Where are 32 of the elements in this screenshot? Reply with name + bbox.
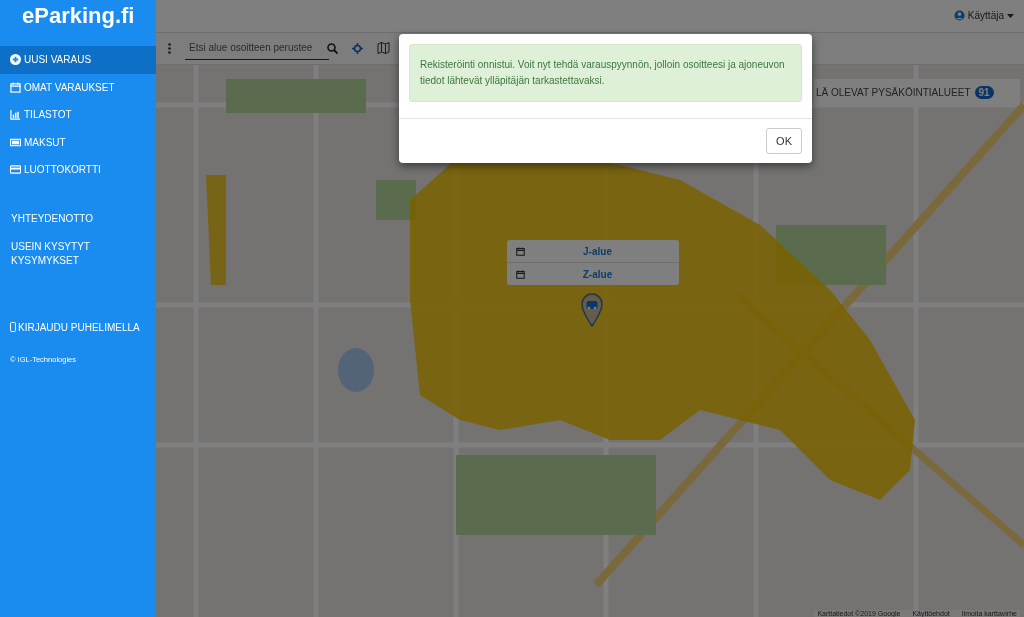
money-icon: [10, 136, 21, 148]
sidebar-link[interactable]: YHTEYDENOTTO: [11, 211, 111, 226]
card-icon: [10, 164, 21, 176]
sidebar-item[interactable]: MAKSUT: [0, 128, 156, 156]
panel-title: LÄ OLEVAT PYSÄKÖINTIALUEET: [816, 86, 971, 98]
area-link[interactable]: Z-alue: [525, 268, 670, 280]
calendar-icon: [516, 246, 525, 256]
sidebar-item[interactable]: LUOTTOKORTTI: [0, 156, 156, 184]
success-message: Rekisteröinti onnistui. Voit nyt tehdä varauspyynnön, jolloin osoitteesi ja ajoneuvon tiedot lähtevät ylläpitäjän tarkastettavaksi.: [409, 44, 802, 102]
chart-icon: [10, 109, 21, 121]
sidebar-item[interactable]: UUSI VARAUS: [0, 46, 156, 74]
more-icon[interactable]: [168, 43, 171, 54]
search-field[interactable]: Etsi alue osoitteen perustee: [185, 37, 329, 60]
locate-icon[interactable]: [352, 43, 363, 54]
area-link[interactable]: J-alue: [525, 245, 670, 257]
user-menu[interactable]: Käyttäja: [953, 10, 1014, 22]
sidebar-item[interactable]: OMAT VARAUKSET: [0, 73, 156, 101]
calendar-icon: [10, 81, 21, 93]
user-icon: [953, 10, 965, 22]
areas-panel[interactable]: LÄ OLEVAT PYSÄKÖINTIALUEET 91: [814, 79, 1020, 105]
plus-icon: [10, 54, 21, 66]
phone-icon: [10, 322, 16, 332]
site-logo[interactable]: eParking.fi: [0, 0, 156, 44]
sidebar-link[interactable]: USEIN KYSYTYT KYSYMYKSET: [11, 239, 111, 268]
sidebar-item[interactable]: TILASTOT: [0, 101, 156, 129]
calendar-icon: [516, 269, 525, 279]
ok-button[interactable]: OK: [766, 128, 802, 154]
map-icon[interactable]: [377, 42, 390, 55]
search-icon[interactable]: [327, 43, 338, 54]
count-badge: 91: [974, 85, 994, 99]
caret-icon: [1007, 14, 1014, 18]
phone-login-link[interactable]: KIRJAUDU PUHELIMELLA: [0, 321, 156, 333]
